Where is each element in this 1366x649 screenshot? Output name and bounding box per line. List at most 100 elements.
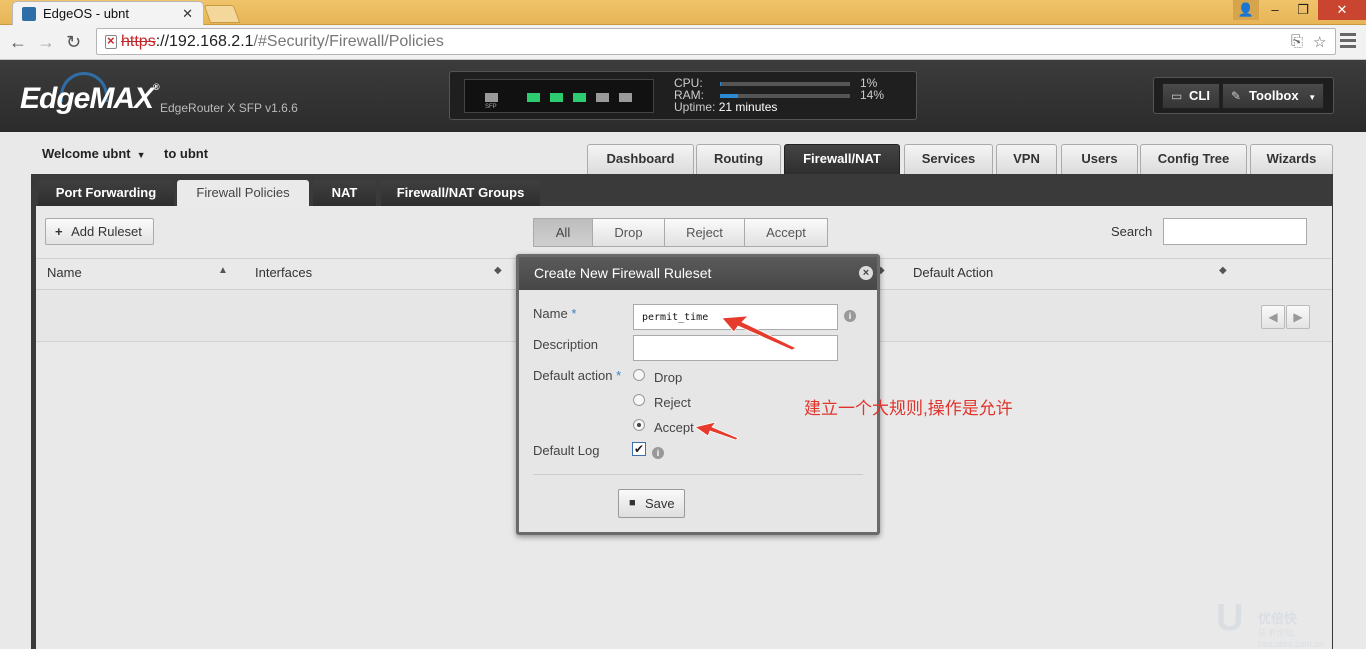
default-action-label: Default action * — [533, 368, 622, 383]
subtab-firewall-policies[interactable]: Firewall Policies — [177, 180, 309, 206]
toolbox-button[interactable]: ✎ Toolbox ▼ — [1222, 83, 1324, 109]
close-icon[interactable]: × — [859, 266, 873, 280]
tab-vpn[interactable]: VPN — [996, 144, 1057, 174]
add-ruleset-button[interactable]: + Add Ruleset — [45, 218, 154, 245]
dialog-divider — [533, 474, 863, 475]
port-0-icon — [485, 93, 498, 102]
close-window-button[interactable]: ✕ — [1318, 0, 1366, 20]
ram-bar-fill — [720, 94, 739, 98]
default-log-label: Default Log — [533, 443, 600, 458]
subtab-nat[interactable]: NAT — [313, 180, 376, 206]
chevron-down-icon: ▼ — [1308, 93, 1317, 102]
column-name[interactable]: Name — [47, 265, 82, 280]
next-page-icon[interactable]: ▶ — [1286, 305, 1310, 329]
search-label: Search — [1111, 224, 1153, 239]
to-ubnt-link[interactable]: to ubnt — [164, 146, 208, 161]
tab-services[interactable]: Services — [904, 144, 993, 174]
info-icon[interactable]: i — [652, 447, 664, 459]
forward-arrow-icon[interactable]: → — [37, 32, 55, 52]
edgemax-logo: EdgeMAX® — [20, 82, 160, 115]
column-interfaces[interactable]: Interfaces — [255, 265, 312, 280]
dialog-title: Create New Firewall Ruleset — [534, 265, 712, 281]
name-label: Name * — [533, 306, 577, 321]
subtab-firewall-nat-groups[interactable]: Firewall/NAT Groups — [381, 180, 540, 206]
sfp-label: SFP — [485, 104, 497, 110]
welcome-user-menu[interactable]: Welcome ubnt ▼ — [42, 146, 146, 161]
port-1-icon — [527, 93, 540, 102]
edgeos-favicon-icon — [22, 7, 36, 21]
dialog-header: Create New Firewall Ruleset × — [519, 257, 877, 290]
browser-toolbar: ← → ↻ https://192.168.2.1/#Security/Fire… — [0, 25, 1366, 60]
browser-menu-icon[interactable] — [1340, 33, 1356, 51]
name-field-value: permit_time — [642, 312, 709, 323]
maximize-button[interactable]: ❐ — [1290, 0, 1316, 20]
radio-accept-label: Accept — [654, 420, 694, 435]
sort-icon[interactable]: ◆ — [494, 265, 502, 276]
port-2-icon — [550, 93, 563, 102]
tab-wizards[interactable]: Wizards — [1250, 144, 1333, 174]
save-button[interactable]: ■ Save — [618, 489, 685, 518]
column-default-action[interactable]: Default Action — [913, 265, 993, 280]
watermark-text: 优倍快 — [1258, 611, 1298, 626]
router-model: EdgeRouter X SFP v1.6.6 — [160, 101, 298, 115]
back-arrow-icon[interactable]: ← — [9, 32, 27, 52]
user-icon[interactable]: 👤 — [1233, 0, 1259, 20]
status-panel: SFP CPU: 1% RAM: 14% Uptime: 21 minutes — [449, 71, 917, 120]
header-buttons: ▭ CLI ✎ Toolbox ▼ — [1153, 77, 1334, 114]
filter-accept[interactable]: Accept — [744, 218, 828, 247]
tab-firewall-nat[interactable]: Firewall/NAT — [784, 144, 900, 174]
url-text: https://192.168.2.1/#Security/Firewall/P… — [121, 33, 444, 50]
browser-tab[interactable]: EdgeOS - ubnt ✕ — [12, 1, 204, 25]
port-4-icon — [596, 93, 609, 102]
star-bookmark-icon[interactable]: ☆ — [1313, 33, 1326, 51]
ram-value: 14% — [860, 88, 885, 102]
default-log-checkbox[interactable]: ✔ — [632, 442, 646, 456]
uptime-label: Uptime: 21 minutes — [674, 100, 778, 114]
app-header: EdgeMAX® EdgeRouter X SFP v1.6.6 SFP CPU… — [0, 60, 1366, 132]
tab-users[interactable]: Users — [1061, 144, 1138, 174]
uptime-value: 21 minutes — [718, 100, 778, 114]
radio-accept[interactable] — [633, 419, 645, 431]
wrench-icon: ✎ — [1231, 89, 1242, 103]
cpu-bar-fill — [720, 82, 722, 86]
browser-tabstrip: EdgeOS - ubnt ✕ 👤 – ❐ ✕ — [0, 0, 1366, 25]
plus-icon: + — [55, 224, 63, 239]
sort-icon[interactable]: ◆ — [1219, 265, 1227, 276]
description-label: Description — [533, 337, 599, 352]
chevron-down-icon: ▼ — [136, 150, 146, 160]
tab-config-tree[interactable]: Config Tree — [1140, 144, 1247, 174]
radio-drop-label: Drop — [654, 370, 683, 385]
tab-routing[interactable]: Routing — [696, 144, 781, 174]
port-3-icon — [573, 93, 586, 102]
radio-reject-label: Reject — [654, 395, 691, 410]
minimize-button[interactable]: – — [1262, 0, 1288, 20]
tab-title: EdgeOS - ubnt — [43, 6, 129, 21]
radio-drop[interactable] — [633, 369, 645, 381]
annotation-arrow — [721, 315, 797, 351]
filter-all[interactable]: All — [533, 218, 593, 247]
watermark-logo-icon: U — [1216, 597, 1244, 639]
filter-reject[interactable]: Reject — [664, 218, 745, 247]
tab-close-icon[interactable]: ✕ — [182, 6, 193, 22]
subtab-port-forwarding[interactable]: Port Forwarding — [38, 180, 174, 206]
reload-icon[interactable]: ↻ — [66, 32, 81, 52]
radio-reject[interactable] — [633, 394, 645, 406]
tab-dashboard[interactable]: Dashboard — [587, 144, 694, 174]
cli-button[interactable]: ▭ CLI — [1162, 83, 1220, 109]
forum-watermark: U 优倍快 技术论坛 bbs.ubnt.com.cn — [1216, 597, 1361, 649]
address-bar[interactable]: https://192.168.2.1/#Security/Firewall/P… — [96, 28, 1336, 55]
floppy-disk-icon: ■ — [629, 497, 636, 509]
cpu-bar — [720, 82, 850, 86]
ram-bar — [720, 94, 850, 98]
annotation-text: 建立一个大规则,操作是允许 — [804, 399, 1013, 418]
insecure-lock-icon — [105, 33, 117, 49]
translate-icon[interactable]: ⎘ — [1291, 33, 1303, 50]
port-5-icon — [619, 93, 632, 102]
info-icon[interactable]: i — [844, 310, 856, 322]
sort-asc-icon[interactable]: ▲ — [218, 265, 228, 276]
filter-drop[interactable]: Drop — [592, 218, 665, 247]
new-tab-button[interactable] — [203, 5, 241, 23]
search-input[interactable] — [1163, 218, 1307, 245]
terminal-icon: ▭ — [1171, 89, 1183, 103]
prev-page-icon[interactable]: ◀ — [1261, 305, 1285, 329]
